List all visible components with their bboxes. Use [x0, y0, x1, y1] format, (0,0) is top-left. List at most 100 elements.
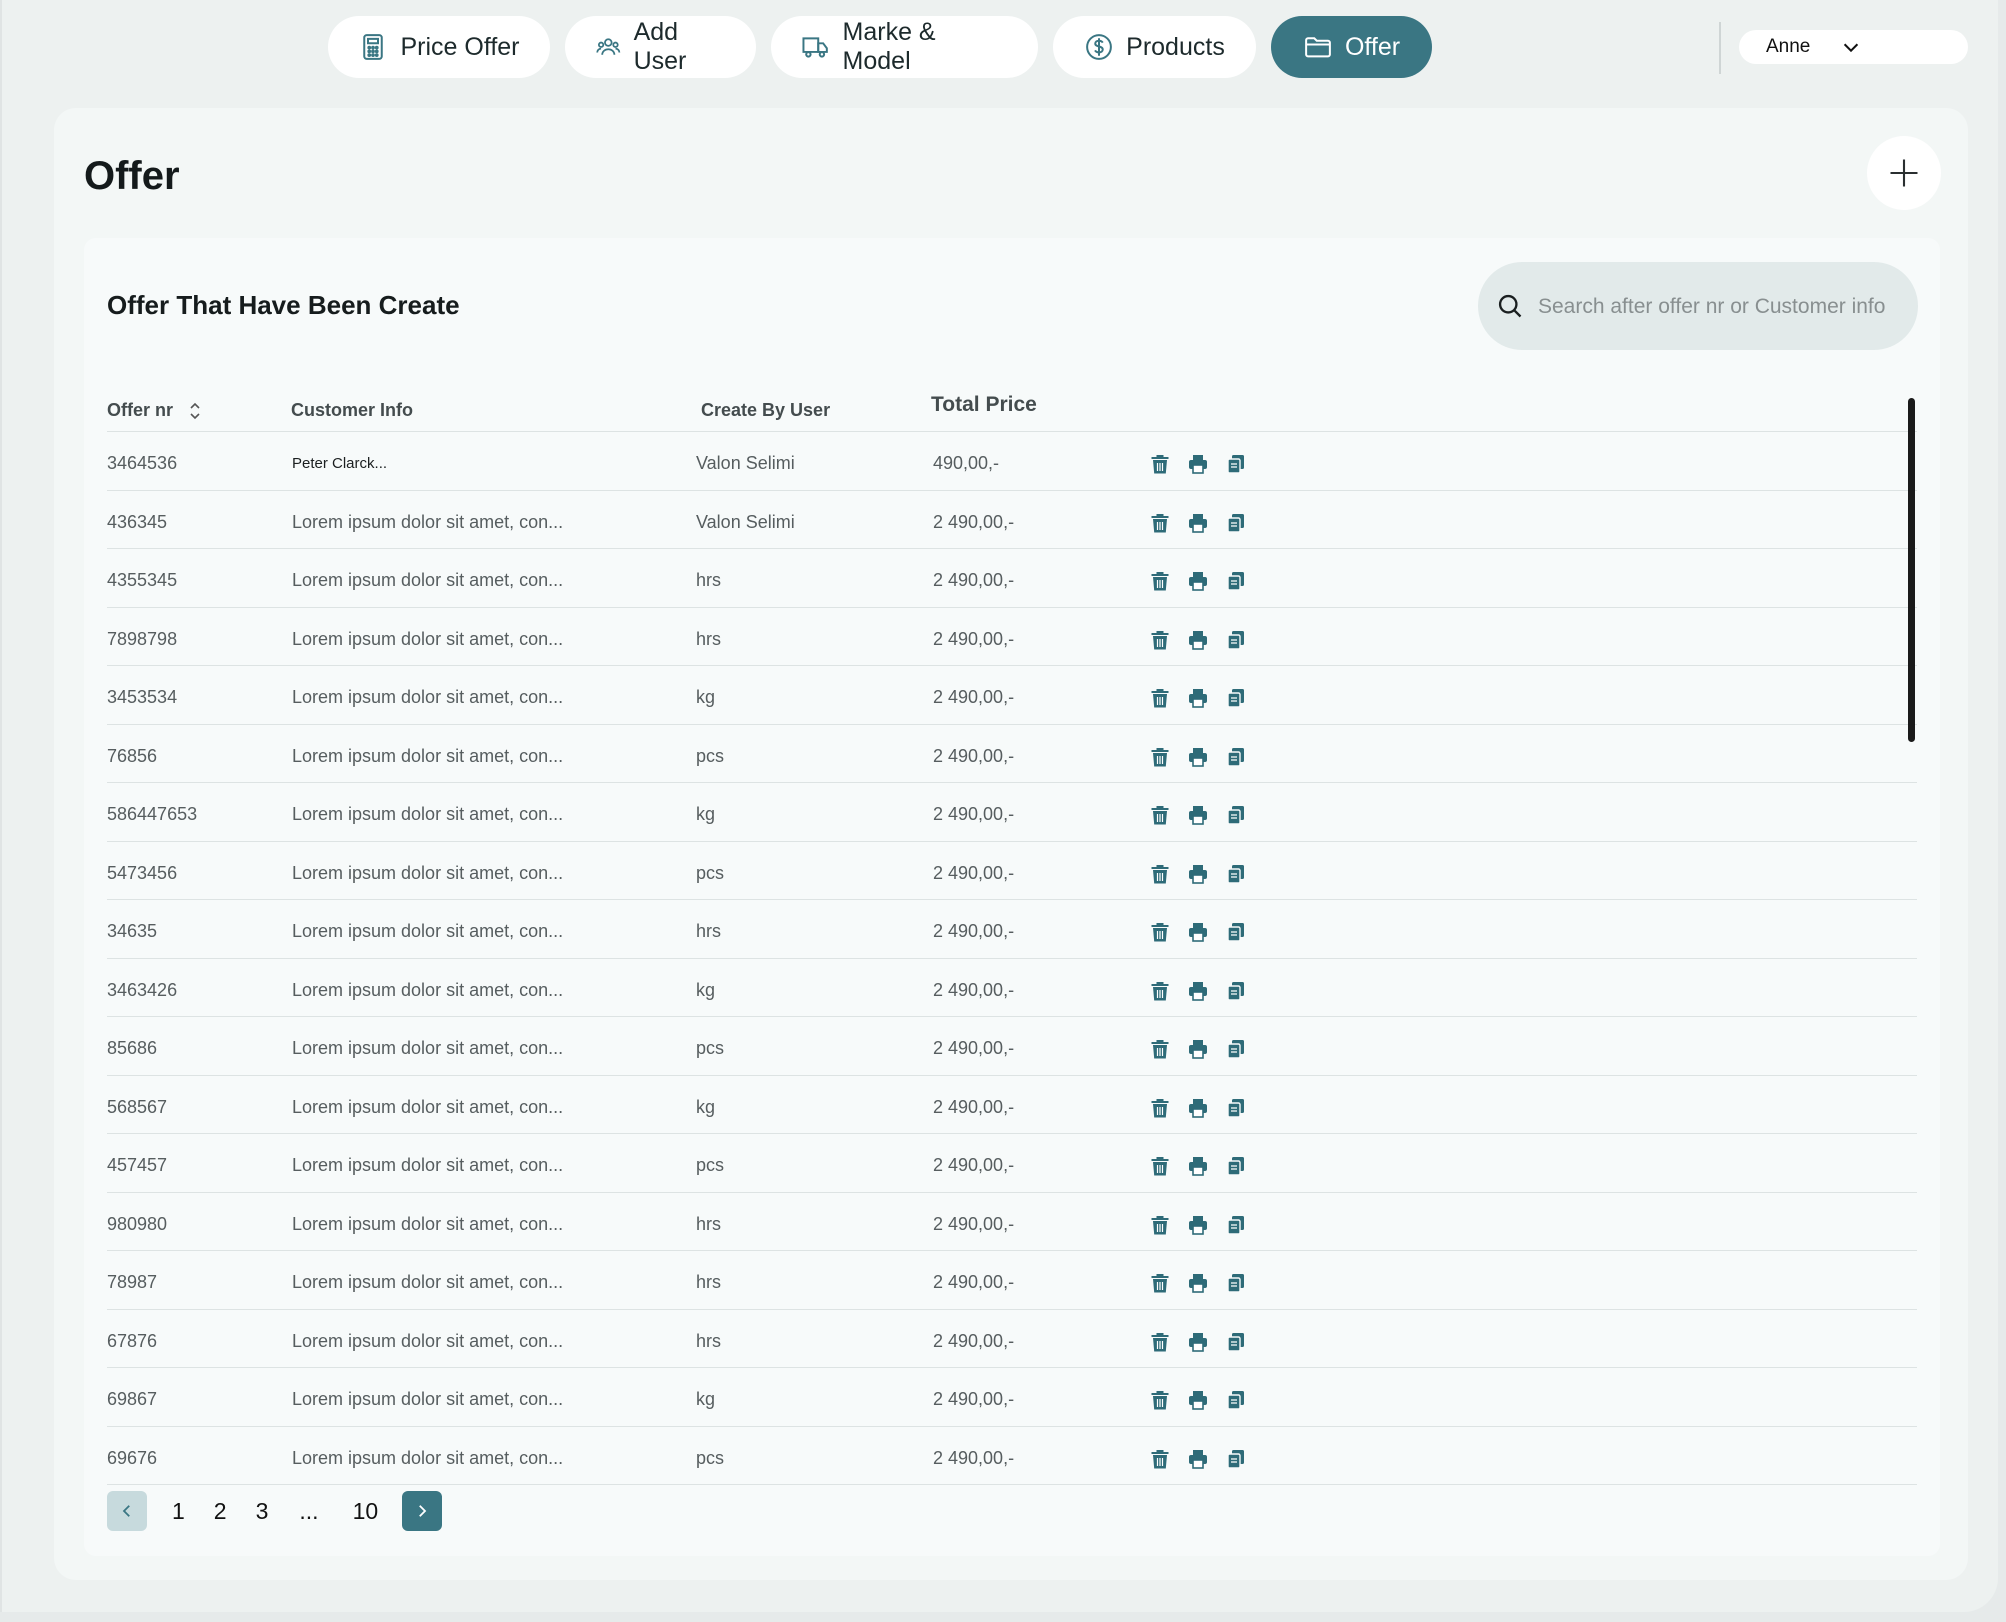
copy-icon[interactable]	[1226, 980, 1246, 1002]
trash-icon[interactable]	[1150, 1155, 1170, 1177]
table-row[interactable]: 7898798 Lorem ipsum dolor sit amet, con..…	[107, 608, 1917, 666]
copy-icon[interactable]	[1226, 863, 1246, 885]
nav-products[interactable]: Products	[1053, 16, 1256, 78]
printer-icon[interactable]	[1188, 980, 1208, 1002]
printer-icon[interactable]	[1188, 863, 1208, 885]
header-customer-info: Customer Info	[291, 400, 414, 420]
sort-icon[interactable]	[188, 402, 202, 420]
printer-icon[interactable]	[1188, 1448, 1208, 1470]
table-row[interactable]: 457457 Lorem ipsum dolor sit amet, con...…	[107, 1134, 1917, 1193]
copy-icon[interactable]	[1226, 1155, 1246, 1177]
copy-icon[interactable]	[1226, 921, 1246, 943]
page-2[interactable]: 2	[214, 1498, 227, 1525]
trash-icon[interactable]	[1150, 1038, 1170, 1060]
printer-icon[interactable]	[1188, 1038, 1208, 1060]
copy-icon[interactable]	[1226, 1389, 1246, 1411]
copy-icon[interactable]	[1226, 570, 1246, 592]
user-dropdown[interactable]: Anne	[1739, 30, 1968, 64]
trash-icon[interactable]	[1150, 629, 1170, 651]
printer-icon[interactable]	[1188, 1097, 1208, 1119]
copy-icon[interactable]	[1226, 1448, 1246, 1470]
table-row[interactable]: 69676 Lorem ipsum dolor sit amet, con... p…	[107, 1427, 1917, 1485]
nav-marke-model[interactable]: Marke & Model	[771, 16, 1038, 78]
copy-icon[interactable]	[1226, 629, 1246, 651]
copy-icon[interactable]	[1226, 1097, 1246, 1119]
printer-icon[interactable]	[1188, 1272, 1208, 1294]
users-icon	[596, 38, 621, 55]
printer-icon[interactable]	[1188, 921, 1208, 943]
trash-icon[interactable]	[1150, 687, 1170, 709]
copy-icon[interactable]	[1226, 804, 1246, 826]
copy-icon[interactable]	[1226, 453, 1246, 475]
printer-icon[interactable]	[1188, 804, 1208, 826]
trash-icon[interactable]	[1150, 570, 1170, 592]
created-by-cell: kg	[696, 687, 716, 707]
nav-add-user[interactable]: Add User	[565, 16, 756, 78]
table-row[interactable]: 5473456 Lorem ipsum dolor sit amet, con..…	[107, 842, 1917, 900]
trash-icon[interactable]	[1150, 746, 1170, 768]
add-offer-button[interactable]	[1867, 136, 1941, 210]
trash-icon[interactable]	[1150, 1331, 1170, 1353]
printer-icon[interactable]	[1188, 512, 1208, 534]
trash-icon[interactable]	[1150, 1272, 1170, 1294]
printer-icon[interactable]	[1188, 570, 1208, 592]
nav-price-offer[interactable]: Price Offer	[328, 16, 550, 78]
user-name: Anne	[1766, 36, 1811, 57]
table-row[interactable]: 85686 Lorem ipsum dolor sit amet, con... p…	[107, 1017, 1917, 1076]
trash-icon[interactable]	[1150, 512, 1170, 534]
copy-icon[interactable]	[1226, 687, 1246, 709]
copy-icon[interactable]	[1226, 1214, 1246, 1236]
nav-offer[interactable]: Offer	[1271, 16, 1432, 78]
table-row[interactable]: 67876 Lorem ipsum dolor sit amet, con... h…	[107, 1310, 1917, 1368]
next-page-button[interactable]	[402, 1491, 443, 1531]
table-row[interactable]: 980980 Lorem ipsum dolor sit amet, con...…	[107, 1193, 1917, 1251]
table-row[interactable]: 436345 Lorem ipsum dolor sit amet, con...…	[107, 491, 1917, 549]
row-actions	[1150, 512, 1246, 534]
printer-icon[interactable]	[1188, 453, 1208, 475]
table-row[interactable]: 568567 Lorem ipsum dolor sit amet, con...…	[107, 1076, 1917, 1134]
table-row[interactable]: 4355345 Lorem ipsum dolor sit amet, con..…	[107, 549, 1917, 608]
copy-icon[interactable]	[1226, 1272, 1246, 1294]
table-row[interactable]: 3453534 Lorem ipsum dolor sit amet, con..…	[107, 666, 1917, 725]
nav-marke-model-label: Marke & Model	[842, 18, 936, 75]
table-row[interactable]: 34635 Lorem ipsum dolor sit amet, con... h…	[107, 900, 1917, 959]
printer-icon[interactable]	[1188, 746, 1208, 768]
created-by-cell: hrs	[696, 570, 722, 590]
copy-icon[interactable]	[1226, 512, 1246, 534]
page-3[interactable]: 3	[256, 1498, 269, 1525]
copy-icon[interactable]	[1226, 1038, 1246, 1060]
printer-icon[interactable]	[1188, 1214, 1208, 1236]
table-row[interactable]: 3463426 Lorem ipsum dolor sit amet, con..…	[107, 959, 1917, 1017]
row-actions	[1150, 804, 1246, 826]
trash-icon[interactable]	[1150, 863, 1170, 885]
trash-icon[interactable]	[1150, 1097, 1170, 1119]
page-1[interactable]: 1	[172, 1498, 185, 1525]
trash-icon[interactable]	[1150, 804, 1170, 826]
printer-icon[interactable]	[1188, 1155, 1208, 1177]
search-input[interactable]: Search after offer nr or Customer info	[1478, 262, 1918, 350]
printer-icon[interactable]	[1188, 1389, 1208, 1411]
offer-nr-cell: 85686	[107, 1038, 158, 1058]
table-row[interactable]: 69867 Lorem ipsum dolor sit amet, con... k…	[107, 1368, 1917, 1427]
created-by-cell: kg	[696, 1096, 716, 1117]
table-row[interactable]: 78987 Lorem ipsum dolor sit amet, con... h…	[107, 1251, 1917, 1310]
table-row[interactable]: 76856 Lorem ipsum dolor sit amet, con... p…	[107, 725, 1917, 783]
trash-icon[interactable]	[1150, 453, 1170, 475]
copy-icon[interactable]	[1226, 1331, 1246, 1353]
scrollbar[interactable]	[1908, 398, 1915, 742]
printer-icon[interactable]	[1188, 629, 1208, 651]
trash-icon[interactable]	[1150, 921, 1170, 943]
table-row[interactable]: 586447653 Lorem ipsum dolor sit amet, con…	[107, 783, 1917, 842]
created-by-cell: pcs	[696, 1155, 725, 1175]
page-10[interactable]: 10	[353, 1498, 379, 1525]
table-row[interactable]: 3464536 Peter Clarck... Valon Selimi 490,00…	[107, 432, 1917, 491]
trash-icon[interactable]	[1150, 1448, 1170, 1470]
trash-icon[interactable]	[1150, 1214, 1170, 1236]
header-offer-nr[interactable]: Offer nr	[107, 400, 202, 421]
trash-icon[interactable]	[1150, 980, 1170, 1002]
prev-page-button[interactable]	[107, 1491, 147, 1531]
copy-icon[interactable]	[1226, 746, 1246, 768]
printer-icon[interactable]	[1188, 687, 1208, 709]
trash-icon[interactable]	[1150, 1389, 1170, 1411]
printer-icon[interactable]	[1188, 1331, 1208, 1353]
